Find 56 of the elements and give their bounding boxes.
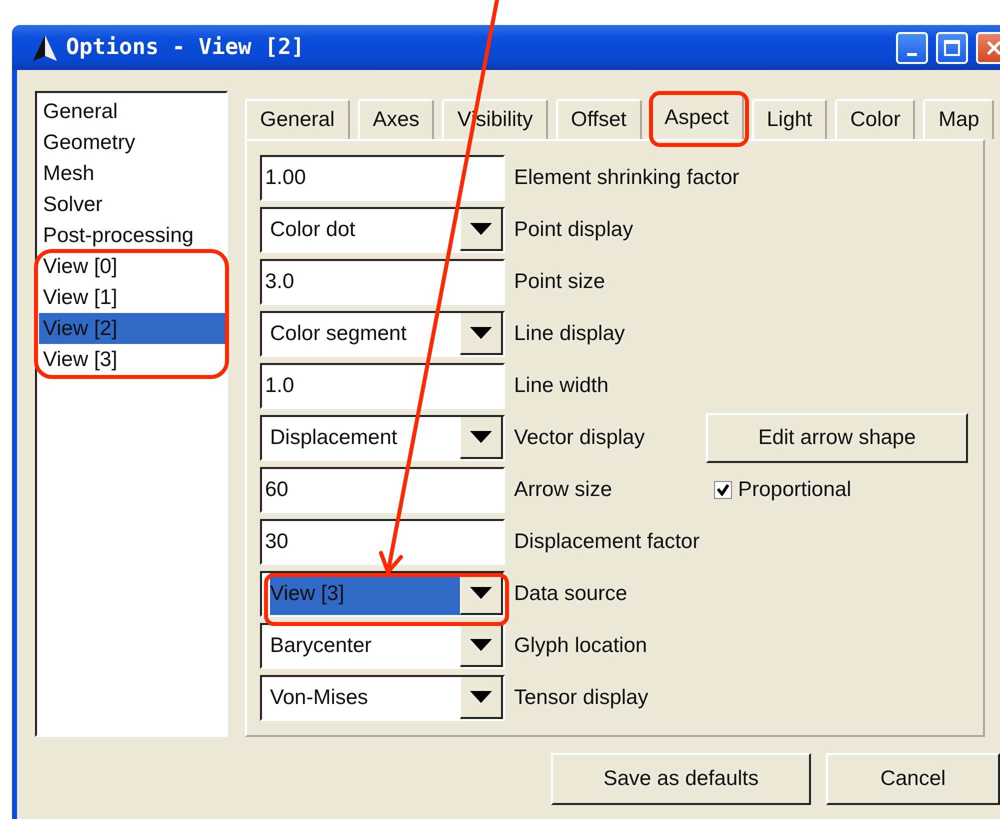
category-item[interactable]: View [0] [39, 251, 226, 282]
window-title: Options - View [2] [66, 35, 306, 60]
dropdown-arrow-icon [470, 691, 492, 703]
dropdown-arrow-icon [470, 587, 492, 599]
dropdown[interactable]: Displacement [260, 415, 505, 461]
field-label: Line width [514, 374, 610, 398]
dropdown-arrow-icon [470, 223, 492, 235]
category-item[interactable]: Post-processing [39, 220, 226, 251]
dropdown-arrow-icon [470, 639, 492, 651]
input-field[interactable]: 30 [260, 519, 505, 565]
input-field[interactable]: 3.0 [260, 259, 505, 305]
dropdown[interactable]: View [3] [260, 571, 505, 617]
field-label: Element shrinking factor [514, 166, 740, 190]
tab[interactable]: Axes [358, 99, 434, 139]
cancel-button[interactable]: Cancel [826, 753, 1000, 805]
dropdown[interactable]: Color dot [260, 207, 505, 253]
category-item[interactable]: View [1] [39, 282, 226, 313]
field-label: Point display [514, 218, 634, 242]
dropdown[interactable]: Von-Mises [260, 675, 505, 721]
tab[interactable]: Offset [556, 99, 642, 139]
field-label: Line display [514, 322, 626, 346]
tab[interactable]: Map [923, 99, 994, 139]
field-label: Data source [514, 582, 628, 606]
input-field[interactable]: 1.00 [260, 155, 505, 201]
field-label: Vector display [514, 426, 646, 450]
input-field[interactable]: 60 [260, 467, 505, 513]
dropdown-arrow-icon [470, 327, 492, 339]
dropdown-arrow-icon [470, 431, 492, 443]
save-defaults-button[interactable]: Save as defaults [551, 753, 811, 805]
field-label: Displacement factor [514, 530, 700, 554]
minimize-icon [907, 53, 917, 56]
tab[interactable]: Aspect [650, 93, 744, 139]
field-label: Point size [514, 270, 606, 294]
minimize-button[interactable] [896, 32, 928, 64]
category-item[interactable]: Geometry [39, 127, 226, 158]
close-icon [985, 38, 1000, 56]
maximize-button[interactable] [936, 32, 968, 64]
category-item[interactable]: Mesh [39, 158, 226, 189]
tab[interactable]: Color [835, 99, 916, 139]
dropdown[interactable]: Color segment [260, 311, 505, 357]
edit-arrow-button[interactable]: Edit arrow shape [706, 413, 968, 463]
category-item[interactable]: View [3] [39, 344, 226, 375]
field-label: Arrow size [514, 478, 614, 502]
checkbox-label: Proportional [738, 478, 852, 502]
category-item[interactable]: View [2] [39, 313, 226, 344]
dropdown[interactable]: Barycenter [260, 623, 505, 669]
app-logo-icon [32, 34, 58, 62]
field-label: Glyph location [514, 634, 648, 658]
category-item[interactable]: Solver [39, 189, 226, 220]
tab[interactable]: General [245, 99, 350, 139]
maximize-icon [943, 38, 961, 56]
category-item[interactable]: General [39, 96, 226, 127]
field-label: Tensor display [514, 686, 650, 710]
input-field[interactable]: 1.0 [260, 363, 505, 409]
checkbox[interactable] [714, 481, 732, 499]
tab[interactable]: Light [752, 99, 828, 139]
